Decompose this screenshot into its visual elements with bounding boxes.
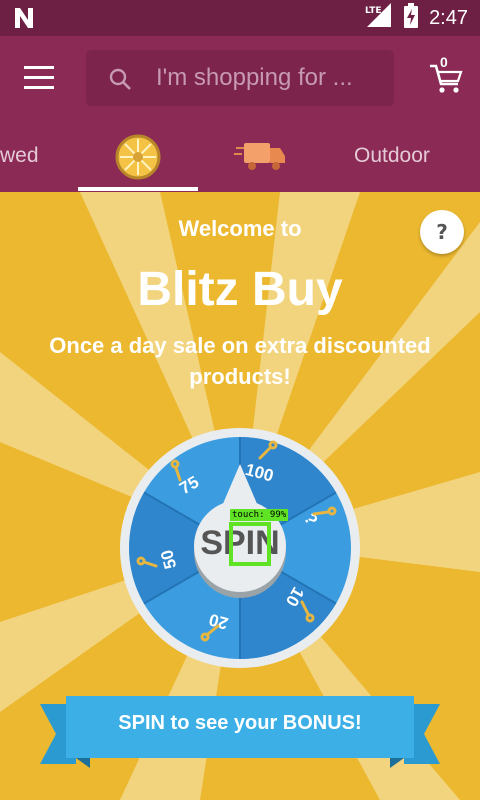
wheel-icon [115,134,161,180]
notification-n-icon [12,6,36,34]
network-label: LTE [365,6,382,16]
bonus-banner-text: SPIN to see your BONUS! [118,712,362,734]
active-tab-indicator [78,187,198,191]
search-icon [108,67,132,95]
cart-button[interactable]: 0 [428,54,464,96]
hamburger-icon [24,66,54,89]
clock: 2:47 [429,6,468,29]
page-title: Blitz Buy [137,263,343,316]
lte-signal-icon: LTE [365,3,393,33]
delivery-truck-icon [234,143,285,170]
search-placeholder: I'm shopping for ... [156,64,353,91]
tab-delivery[interactable] [226,122,296,192]
welcome-text: Welcome to [178,216,302,241]
touch-overlay-box [229,522,271,566]
category-tabs: wed Outdoor [0,122,480,192]
tab-blitz-buy[interactable] [78,122,198,192]
menu-button[interactable] [22,64,62,92]
tab-outdoor[interactable]: Outdoor [354,144,430,168]
cart-count-badge: 0 [440,54,448,70]
search-bar[interactable]: I'm shopping for ... [86,50,394,106]
blitz-buy-panel: ? Welcome to Blitz Buy Once a day sale o… [0,192,480,800]
tab-wed[interactable]: wed [0,144,39,168]
subtitle-text: Once a day sale on extra discounted prod… [49,333,431,389]
app-bar: I'm shopping for ... 0 [0,36,480,122]
status-bar: LTE 2:47 [0,0,480,36]
touch-overlay-label: touch: 99% [230,509,289,521]
battery-charging-icon [403,3,419,33]
